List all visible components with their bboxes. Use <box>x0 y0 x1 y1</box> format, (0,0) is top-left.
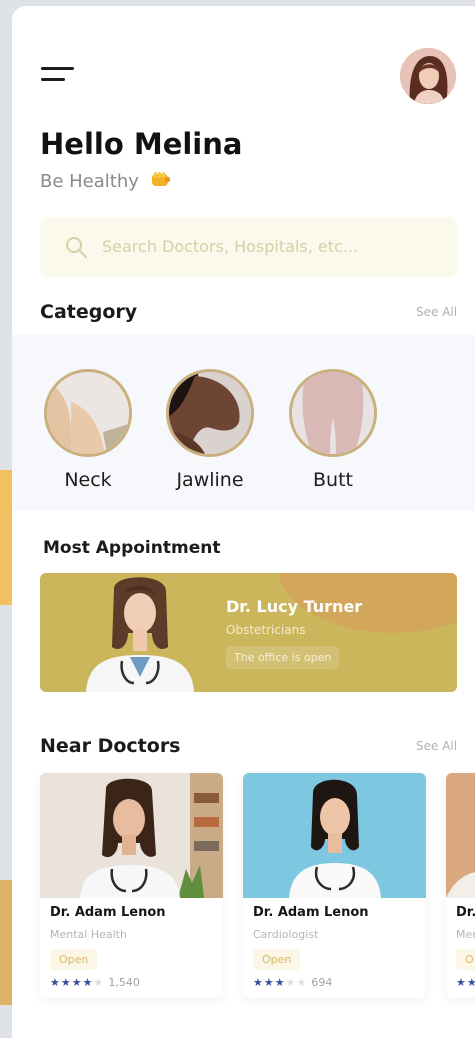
category-label: Butt <box>313 469 353 491</box>
search-bar[interactable]: Search Doctors, Hospitals, etc... <box>40 217 457 277</box>
category-list: Neck Jawline Butt <box>12 335 475 511</box>
neck-image <box>44 369 132 457</box>
subtitle-text: Be Healthy <box>40 171 139 192</box>
jawline-image <box>166 369 254 457</box>
doctor-specialty: Men <box>456 928 475 941</box>
doctor-name: Dr. Adam Lenon <box>50 905 166 920</box>
doctor-specialty: Mental Health <box>50 928 127 941</box>
doctor-rating: ★★★★★ 1,540 <box>50 976 140 989</box>
open-status-badge: O <box>456 949 475 970</box>
app-screen: Hello Melina Be Healthy Search Doctors, … <box>12 6 475 1038</box>
fist-bump-icon <box>151 171 171 194</box>
featured-doctor-specialty: Obstetricians <box>226 623 306 637</box>
featured-doctor-card[interactable]: Dr. Lucy Turner Obstetricians The office… <box>40 573 457 692</box>
category-item-neck[interactable]: Neck <box>28 369 148 491</box>
background-accent-stripe <box>0 880 12 1005</box>
doctor-card[interactable]: Dr. Adam Lenon Cardiologist Open ★★★★★ 69… <box>243 773 426 998</box>
rating-stars: ★★★★★ <box>253 976 308 989</box>
doctor-card[interactable]: Dr. Men O ★★ <box>446 773 475 998</box>
doctor-photo <box>446 773 475 898</box>
review-count: 1,540 <box>108 976 140 989</box>
greeting-subtitle: Be Healthy <box>40 171 171 194</box>
most-appointment-title: Most Appointment <box>43 538 221 558</box>
near-doctors-title: Near Doctors <box>40 735 181 757</box>
doctor-rating: ★★ <box>456 976 475 989</box>
rating-stars: ★★★★★ <box>50 976 105 989</box>
user-avatar[interactable] <box>400 48 456 104</box>
category-title: Category <box>40 301 138 323</box>
hamburger-menu-icon[interactable] <box>41 67 75 83</box>
rating-stars: ★★ <box>456 976 475 989</box>
doctor-photo <box>40 773 223 898</box>
doctor-specialty: Cardiologist <box>253 928 319 941</box>
background-accent-stripe <box>0 470 12 605</box>
featured-doctor-name: Dr. Lucy Turner <box>226 597 363 616</box>
category-item-butt[interactable]: Butt <box>273 369 393 491</box>
butt-image <box>289 369 377 457</box>
open-status-badge: Open <box>50 949 98 970</box>
doctor-card[interactable]: Dr. Adam Lenon Mental Health Open ★★★★★ 1… <box>40 773 223 998</box>
doctor-photo <box>86 577 194 692</box>
review-count: 694 <box>311 976 333 989</box>
category-item-jawline[interactable]: Jawline <box>150 369 270 491</box>
search-input[interactable]: Search Doctors, Hospitals, etc... <box>102 237 358 256</box>
open-status-badge: Open <box>253 949 301 970</box>
category-label: Jawline <box>176 469 244 491</box>
near-doctors-see-all-link[interactable]: See All <box>416 739 457 753</box>
category-label: Neck <box>64 469 112 491</box>
greeting-title: Hello Melina <box>40 127 243 161</box>
category-see-all-link[interactable]: See All <box>416 305 457 319</box>
search-icon <box>64 235 88 259</box>
doctor-name: Dr. <box>456 905 475 920</box>
doctor-rating: ★★★★★ 694 <box>253 976 332 989</box>
office-status-badge: The office is open <box>226 646 340 669</box>
doctor-photo <box>243 773 426 898</box>
doctor-name: Dr. Adam Lenon <box>253 905 369 920</box>
